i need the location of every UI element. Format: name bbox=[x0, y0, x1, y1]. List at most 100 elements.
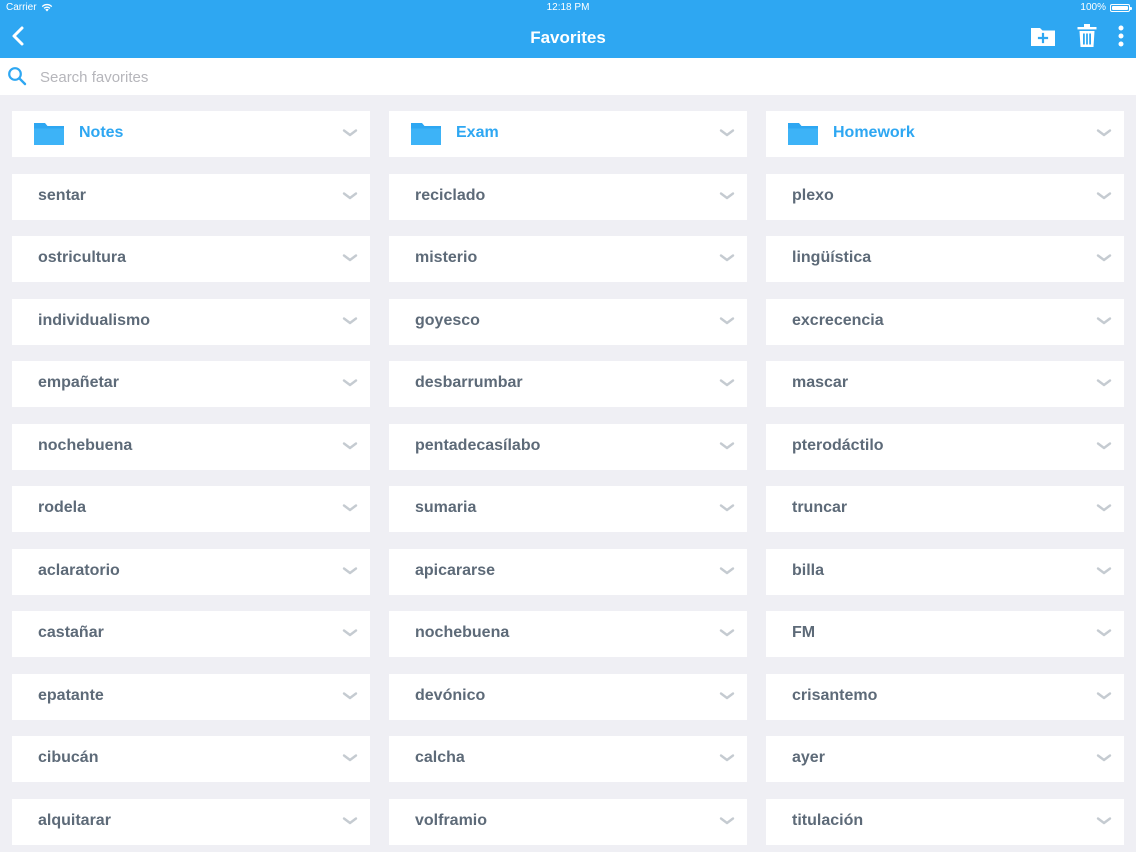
favorite-word-item[interactable]: titulación bbox=[766, 798, 1124, 845]
chevron-down-icon[interactable] bbox=[719, 503, 735, 513]
folder-icon bbox=[34, 123, 64, 145]
favorite-word-item[interactable]: truncar bbox=[766, 486, 1124, 532]
favorite-word-item[interactable]: ostricultura bbox=[12, 236, 370, 282]
favorite-word-item[interactable]: alquitarar bbox=[12, 798, 370, 845]
favorite-word-item[interactable]: ayer bbox=[766, 736, 1124, 782]
word-label: crisantemo bbox=[792, 686, 878, 704]
more-vertical-icon bbox=[1118, 25, 1124, 47]
chevron-down-icon[interactable] bbox=[719, 691, 735, 701]
chevron-down-icon[interactable] bbox=[1096, 753, 1112, 763]
favorite-word-item[interactable]: aclaratorio bbox=[12, 548, 370, 595]
favorite-word-item[interactable]: rodela bbox=[12, 486, 370, 532]
favorite-word-item[interactable]: goyesco bbox=[389, 298, 747, 345]
chevron-down-icon[interactable] bbox=[719, 378, 735, 388]
word-label: desbarrumbar bbox=[415, 374, 523, 391]
word-label: plexo bbox=[792, 186, 834, 204]
word-label: volframio bbox=[415, 811, 488, 829]
more-options-button[interactable] bbox=[1114, 23, 1128, 49]
word-label: sentar bbox=[38, 186, 87, 204]
favorite-word-item[interactable]: apicararse bbox=[389, 548, 747, 595]
delete-button[interactable] bbox=[1076, 23, 1098, 49]
word-label: aclaratorio bbox=[38, 561, 120, 579]
chevron-down-icon[interactable] bbox=[342, 628, 358, 638]
chevron-down-icon[interactable] bbox=[719, 753, 735, 763]
chevron-down-icon[interactable] bbox=[1096, 503, 1112, 513]
chevron-down-icon[interactable] bbox=[719, 566, 735, 576]
chevron-down-icon[interactable] bbox=[1096, 628, 1112, 638]
favorite-word-item[interactable]: excrecencia bbox=[766, 298, 1124, 345]
favorite-word-item[interactable]: empañetar bbox=[12, 361, 370, 407]
word-label: nochebuena bbox=[38, 436, 133, 454]
chevron-down-icon[interactable] bbox=[719, 128, 735, 138]
status-bar: Carrier 12:18 PM 100% bbox=[0, 0, 1136, 16]
favorite-word-item[interactable]: mascar bbox=[766, 361, 1124, 407]
word-label: epatante bbox=[38, 686, 104, 704]
favorite-word-item[interactable]: plexo bbox=[766, 173, 1124, 220]
favorite-word-item[interactable]: volframio bbox=[389, 798, 747, 845]
word-label: titulación bbox=[792, 811, 864, 829]
favorite-word-item[interactable]: epatante bbox=[12, 673, 370, 720]
chevron-down-icon[interactable] bbox=[342, 816, 358, 826]
folder-exam[interactable]: Exam bbox=[389, 111, 747, 157]
chevron-down-icon[interactable] bbox=[342, 753, 358, 763]
search-input[interactable] bbox=[38, 64, 1122, 90]
favorite-word-item[interactable]: billa bbox=[766, 548, 1124, 595]
chevron-down-icon[interactable] bbox=[1096, 691, 1112, 701]
favorite-word-item[interactable]: desbarrumbar bbox=[389, 361, 747, 407]
chevron-down-icon[interactable] bbox=[719, 191, 735, 201]
word-label: ostricultura bbox=[38, 249, 127, 266]
trash-icon bbox=[1077, 24, 1097, 47]
chevron-down-icon[interactable] bbox=[1096, 566, 1112, 576]
folder-notes[interactable]: Notes bbox=[12, 111, 370, 157]
folder-homework[interactable]: Homework bbox=[766, 111, 1124, 157]
chevron-down-icon[interactable] bbox=[342, 316, 358, 326]
favorite-word-item[interactable]: lingüística bbox=[766, 236, 1124, 282]
favorite-word-item[interactable]: pentadecasílabo bbox=[389, 423, 747, 470]
favorite-word-item[interactable]: crisantemo bbox=[766, 673, 1124, 720]
favorite-word-item[interactable]: castañar bbox=[12, 611, 370, 657]
favorite-word-item[interactable]: cibucán bbox=[12, 736, 370, 782]
favorite-word-item[interactable]: sentar bbox=[12, 173, 370, 220]
navigation-bar: Favorites bbox=[0, 16, 1136, 58]
chevron-down-icon[interactable] bbox=[1096, 441, 1112, 451]
chevron-down-icon[interactable] bbox=[342, 566, 358, 576]
favorite-word-item[interactable]: devónico bbox=[389, 673, 747, 720]
favorite-word-item[interactable]: reciclado bbox=[389, 173, 747, 220]
chevron-down-icon[interactable] bbox=[719, 816, 735, 826]
chevron-down-icon[interactable] bbox=[342, 128, 358, 138]
chevron-down-icon[interactable] bbox=[719, 253, 735, 263]
favorite-word-item[interactable]: nochebuena bbox=[389, 611, 747, 657]
chevron-down-icon[interactable] bbox=[1096, 191, 1112, 201]
chevron-down-icon[interactable] bbox=[342, 441, 358, 451]
word-label: apicararse bbox=[415, 561, 496, 579]
favorite-word-item[interactable]: pterodáctilo bbox=[766, 423, 1124, 470]
favorite-word-item[interactable]: misterio bbox=[389, 236, 747, 282]
chevron-down-icon[interactable] bbox=[342, 378, 358, 388]
word-label: nochebuena bbox=[415, 624, 510, 641]
word-label: pterodáctilo bbox=[792, 436, 884, 454]
chevron-down-icon[interactable] bbox=[719, 628, 735, 638]
new-folder-button[interactable] bbox=[1030, 24, 1056, 48]
chevron-down-icon[interactable] bbox=[1096, 816, 1112, 826]
favorites-grid: Notes Exam Homework sentar reciclado plexo… bbox=[12, 111, 1124, 845]
folder-icon bbox=[411, 123, 441, 145]
chevron-down-icon[interactable] bbox=[342, 191, 358, 201]
word-label: excrecencia bbox=[792, 311, 884, 329]
chevron-down-icon[interactable] bbox=[719, 441, 735, 451]
chevron-down-icon[interactable] bbox=[342, 503, 358, 513]
chevron-down-icon[interactable] bbox=[342, 253, 358, 263]
word-label: calcha bbox=[415, 749, 465, 766]
chevron-down-icon[interactable] bbox=[719, 316, 735, 326]
favorite-word-item[interactable]: sumaria bbox=[389, 486, 747, 532]
chevron-down-icon[interactable] bbox=[1096, 378, 1112, 388]
chevron-down-icon[interactable] bbox=[1096, 253, 1112, 263]
favorite-word-item[interactable]: calcha bbox=[389, 736, 747, 782]
chevron-down-icon[interactable] bbox=[1096, 128, 1112, 138]
favorite-word-item[interactable]: individualismo bbox=[12, 298, 370, 345]
folder-add-icon bbox=[1031, 28, 1055, 46]
favorite-word-item[interactable]: nochebuena bbox=[12, 423, 370, 470]
chevron-down-icon[interactable] bbox=[1096, 316, 1112, 326]
chevron-down-icon[interactable] bbox=[342, 691, 358, 701]
favorite-word-item[interactable]: FM bbox=[766, 611, 1124, 657]
word-label: cibucán bbox=[38, 749, 99, 766]
